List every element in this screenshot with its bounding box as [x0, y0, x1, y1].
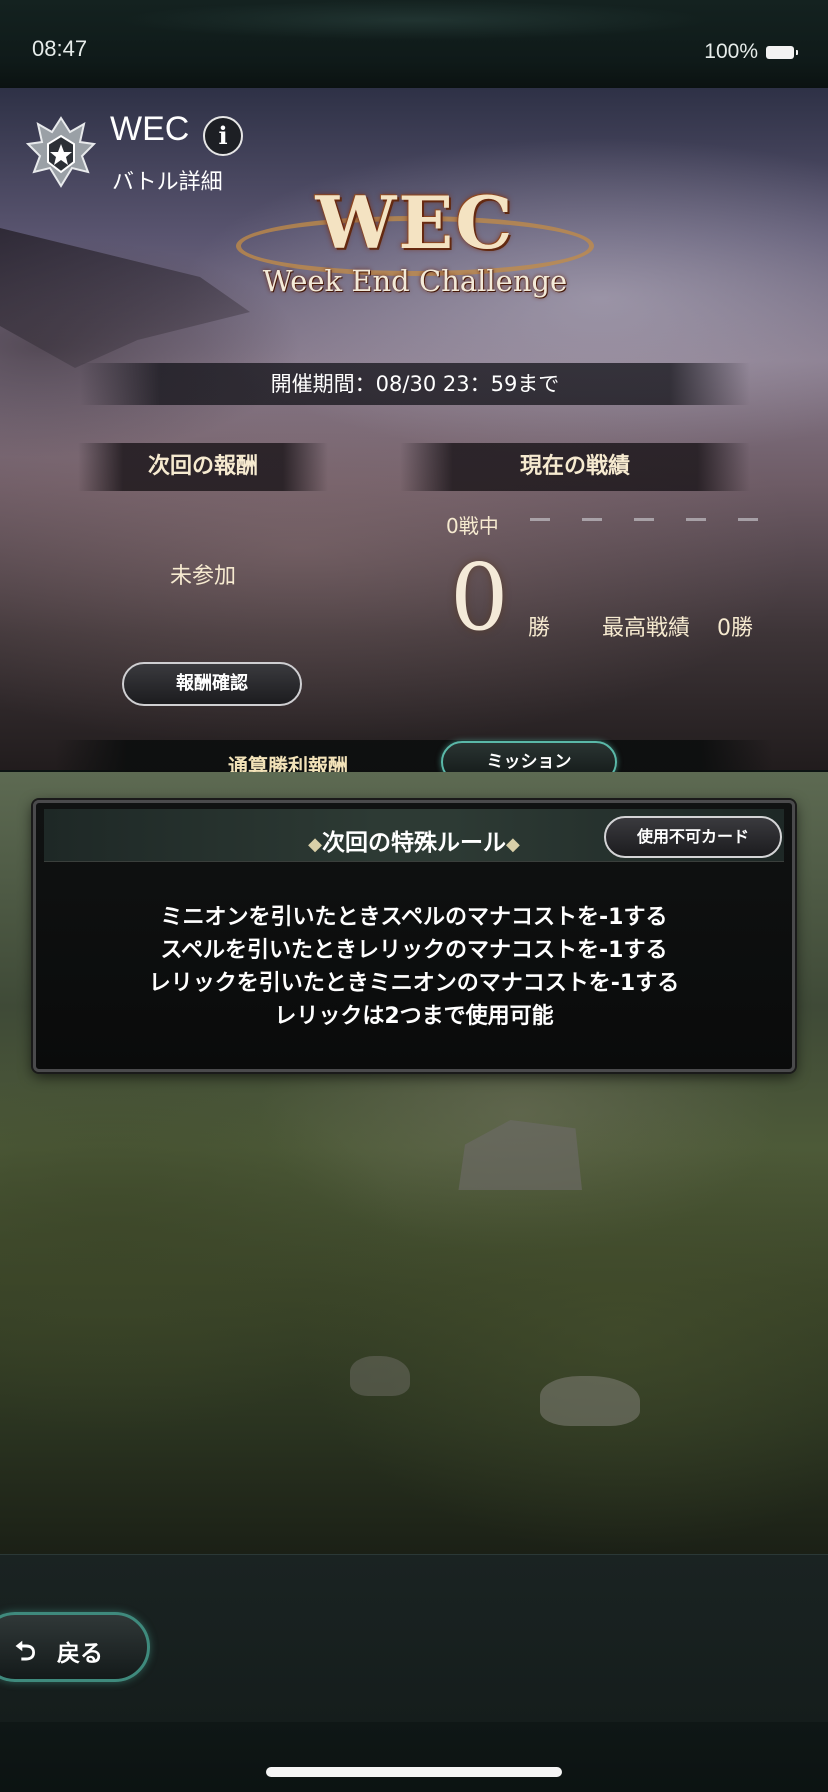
- progress-slot: [530, 518, 550, 521]
- event-logo: WEC Week End Challenge: [230, 180, 600, 310]
- status-bar-ornament: [120, 0, 710, 40]
- return-arrow-icon: ⮌: [15, 1637, 36, 1667]
- progress-slot: [582, 518, 602, 521]
- banned-cards-button[interactable]: 使用不可カード: [604, 816, 782, 858]
- back-button[interactable]: ⮌ 戻る: [0, 1612, 150, 1682]
- tab-bar: [55, 740, 773, 774]
- participation-status: 未参加: [170, 564, 237, 589]
- crown-emblem-icon: [25, 116, 97, 188]
- floating-island-decoration: [0, 228, 250, 368]
- progress-slot: [686, 518, 706, 521]
- best-record-label: 最高戦績: [602, 616, 691, 641]
- page-subtitle: バトル詳細: [112, 170, 223, 195]
- special-rules-panel: ◆次回の特殊ルール◆ 使用不可カード ミニオンを引いたときスペルのマナコストを-…: [33, 800, 795, 1072]
- best-record-value: 0勝: [717, 616, 753, 641]
- back-button-label: 戻る: [57, 1641, 103, 1667]
- app-root: 08:47 100% WEC i バトル詳細 WEC Week End Chal…: [0, 0, 828, 1792]
- rule-item: レリックを引いたときミニオンのマナコストを-1する: [148, 971, 680, 996]
- special-rules-header: ◆次回の特殊ルール◆ 使用不可カード: [44, 809, 784, 862]
- current-record-heading: 現在の戦績: [400, 443, 750, 491]
- status-time: 08:47: [32, 36, 88, 61]
- check-reward-button[interactable]: 報酬確認: [122, 662, 302, 706]
- home-indicator-area: [0, 1722, 828, 1792]
- wins-unit-label: 勝: [528, 616, 551, 641]
- rule-item: ミニオンを引いたときスペルのマナコストを-1する: [160, 905, 668, 930]
- special-rules-title-text: 次回の特殊ルール: [322, 830, 506, 856]
- event-period: 開催期間：08/30 23：59まで: [80, 363, 750, 405]
- rock-decoration: [350, 1356, 410, 1396]
- page-title: WEC: [110, 110, 190, 148]
- info-icon[interactable]: i: [203, 116, 243, 156]
- rock-decoration: [540, 1376, 640, 1426]
- rule-item: レリックは2つまで使用可能: [274, 1004, 554, 1029]
- current-wins-count: 0: [450, 544, 509, 651]
- rule-list: ミニオンを引いたときスペルのマナコストを-1する スペルを引いたときレリックのマ…: [36, 901, 792, 1033]
- progress-slot: [634, 518, 654, 521]
- battle-progress-slots: [530, 518, 760, 522]
- battery-icon: [766, 46, 798, 59]
- home-indicator[interactable]: [266, 1767, 562, 1777]
- battery-percentage: 100%: [704, 40, 758, 63]
- ornament-right-icon: ◆: [506, 834, 520, 855]
- ornament-left-icon: ◆: [308, 834, 322, 855]
- rule-item: スペルを引いたときレリックのマナコストを-1する: [160, 938, 668, 963]
- progress-slot: [738, 518, 758, 521]
- event-logo-main: WEC: [315, 180, 515, 265]
- status-bar: 08:47 100%: [0, 0, 828, 88]
- battles-in-progress: 0戦中: [446, 514, 499, 538]
- next-reward-heading: 次回の報酬: [78, 443, 328, 491]
- event-logo-subtitle: Week End Challenge: [262, 264, 568, 298]
